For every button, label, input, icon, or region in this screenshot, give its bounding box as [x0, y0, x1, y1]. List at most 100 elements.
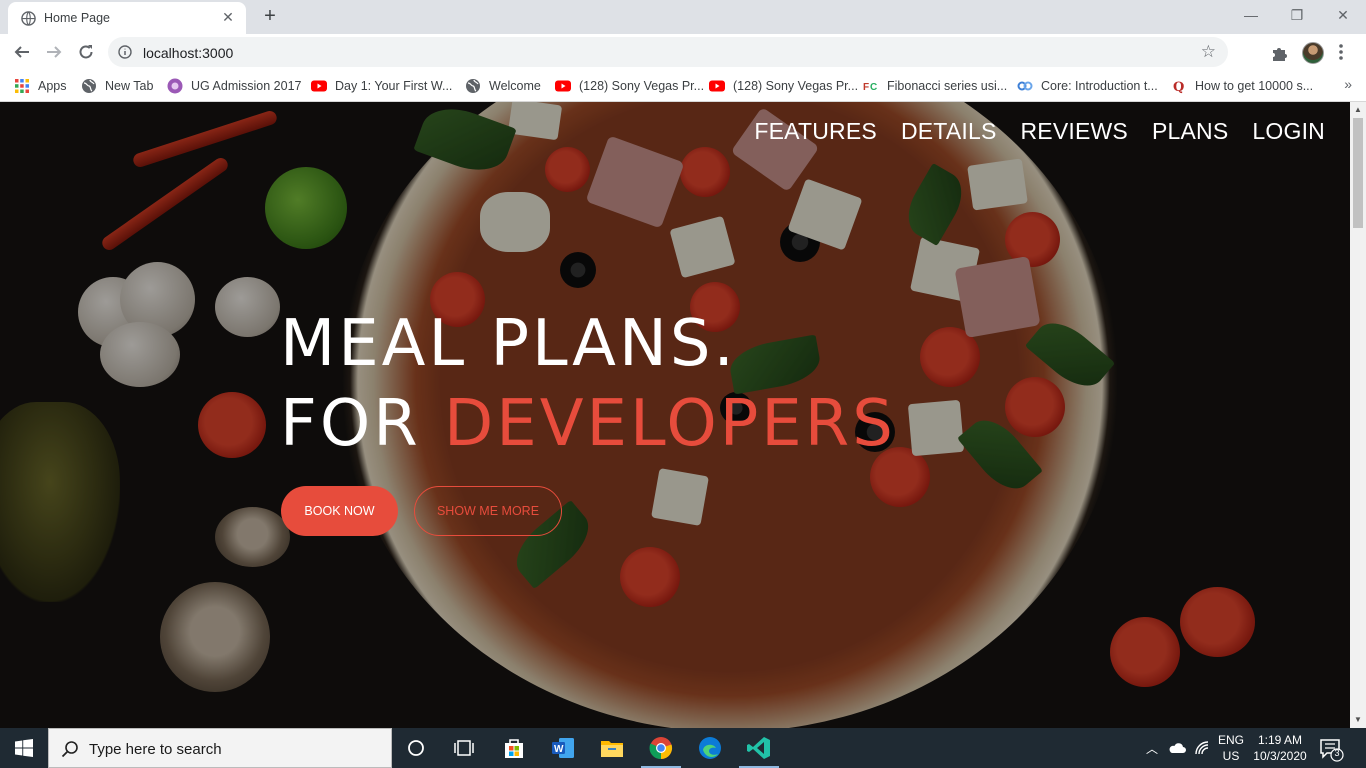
- show-me-more-button[interactable]: SHOW ME MORE: [414, 486, 562, 536]
- reload-icon: [79, 45, 93, 59]
- address-bar[interactable]: localhost:3000 ☆: [108, 37, 1228, 67]
- bookmark-label: New Tab: [105, 79, 154, 93]
- minimize-button[interactable]: —: [1228, 0, 1274, 30]
- browser-tab[interactable]: Home Page ✕: [8, 2, 246, 34]
- bookmarks-overflow-button[interactable]: »: [1344, 76, 1352, 92]
- hero-title: MEAL PLANS. FOR DEVELOPERS: [280, 304, 896, 464]
- top-navigation: FEATURES DETAILS REVIEWS PLANS LOGIN: [730, 118, 1325, 145]
- word-icon: W: [552, 738, 574, 758]
- page-viewport: FEATURES DETAILS REVIEWS PLANS LOGIN MEA…: [0, 102, 1350, 728]
- close-window-button[interactable]: ✕: [1320, 0, 1366, 30]
- tray-overflow-icon[interactable]: ︿: [1146, 728, 1158, 768]
- svg-text:F: F: [863, 82, 869, 93]
- menu-dots-icon[interactable]: [1337, 42, 1345, 62]
- svg-text:C: C: [870, 82, 877, 93]
- bookmark-apps[interactable]: Apps: [14, 76, 67, 96]
- profile-avatar[interactable]: [1302, 42, 1324, 64]
- youtube-icon: [555, 80, 571, 92]
- bookmark-new-tab[interactable]: New Tab: [81, 76, 153, 96]
- task-view-button[interactable]: [440, 728, 488, 768]
- bookmark-label: Apps: [38, 79, 67, 93]
- book-now-button[interactable]: BOOK NOW: [281, 486, 398, 536]
- bookmarks-bar: Apps New Tab UG Admission 2017 Day 1: Yo…: [0, 70, 1366, 102]
- bookmark-core[interactable]: Core: Introduction t...: [1017, 76, 1158, 96]
- bookmark-label: How to get 10000 s...: [1195, 79, 1314, 93]
- word-button[interactable]: W: [539, 728, 587, 768]
- svg-text:W: W: [554, 744, 564, 755]
- folder-icon: [601, 741, 623, 757]
- nav-reviews[interactable]: REVIEWS: [1021, 118, 1128, 145]
- search-icon: [61, 741, 78, 758]
- bookmark-sony-vegas-1[interactable]: (128) Sony Vegas Pr...: [555, 76, 704, 96]
- clock-date: 10/3/2020: [1253, 749, 1307, 763]
- bookmark-fibonacci[interactable]: FC Fibonacci series usi...: [863, 76, 1007, 96]
- bookmark-ug-admission[interactable]: UG Admission 2017: [167, 76, 301, 96]
- reload-button[interactable]: [72, 38, 100, 66]
- cortana-circle-icon: [408, 740, 424, 756]
- arrow-left-icon: [14, 46, 29, 58]
- close-icon[interactable]: ✕: [220, 9, 236, 25]
- file-explorer-button[interactable]: [588, 728, 636, 768]
- cortana-button[interactable]: [392, 728, 440, 768]
- restore-button[interactable]: ❐: [1274, 0, 1320, 30]
- nav-plans[interactable]: PLANS: [1152, 118, 1228, 145]
- nav-features[interactable]: FEATURES: [754, 118, 877, 145]
- search-placeholder: Type here to search: [89, 741, 222, 758]
- bookmark-day1[interactable]: Day 1: Your First W...: [311, 76, 452, 96]
- wifi-icon[interactable]: [1194, 740, 1210, 756]
- nav-login[interactable]: LOGIN: [1252, 118, 1325, 145]
- vscode-button[interactable]: [735, 728, 783, 768]
- arrow-right-icon: [47, 46, 62, 58]
- edge-icon: [699, 737, 721, 759]
- bookmark-label: Welcome: [489, 79, 541, 93]
- chrome-icon: [649, 737, 673, 760]
- task-view-icon: [454, 740, 474, 756]
- bookmark-label: (128) Sony Vegas Pr...: [579, 79, 705, 93]
- windows-taskbar: Type here to search W ︿ ENG US 1:19 AM 1…: [0, 728, 1366, 768]
- action-center-button[interactable]: 3: [1318, 736, 1344, 762]
- bookmark-label: UG Admission 2017: [191, 79, 302, 93]
- globe-icon: [466, 79, 480, 93]
- new-tab-button[interactable]: +: [258, 5, 282, 29]
- svg-text:Q: Q: [1173, 80, 1184, 94]
- edge-button[interactable]: [686, 728, 734, 768]
- globe-icon: [21, 11, 36, 26]
- forward-button[interactable]: [40, 38, 68, 66]
- scroll-down-arrow[interactable]: ▼: [1350, 712, 1366, 728]
- bookmark-welcome[interactable]: Welcome: [465, 76, 541, 96]
- nav-details[interactable]: DETAILS: [901, 118, 997, 145]
- hero-title-line2-prefix: FOR: [280, 387, 444, 461]
- back-button[interactable]: [8, 38, 36, 66]
- system-clock[interactable]: 1:19 AM 10/3/2020: [1240, 732, 1320, 764]
- site-icon: [167, 78, 183, 94]
- hero-title-line1: MEAL PLANS.: [280, 307, 737, 381]
- link-icon: [1017, 81, 1033, 91]
- onedrive-cloud-icon[interactable]: [1168, 740, 1186, 756]
- clock-time: 1:19 AM: [1257, 733, 1303, 747]
- apps-grid-icon: [15, 79, 29, 93]
- info-icon[interactable]: [118, 45, 132, 59]
- url-text[interactable]: localhost:3000: [143, 45, 233, 61]
- tab-strip: Home Page ✕ + — ❐ ✕: [0, 0, 1366, 34]
- windows-logo-icon: [15, 739, 33, 757]
- bookmark-quora[interactable]: Q How to get 10000 s...: [1171, 76, 1313, 96]
- store-button[interactable]: [490, 728, 538, 768]
- browser-toolbar: localhost:3000 ☆: [0, 34, 1366, 70]
- page-scrollbar[interactable]: ▲ ▼: [1350, 102, 1366, 728]
- bookmark-label: (128) Sony Vegas Pr...: [733, 79, 859, 93]
- bookmark-label: Fibonacci series usi...: [887, 79, 1008, 93]
- bookmark-sony-vegas-2[interactable]: (128) Sony Vegas Pr...: [709, 76, 858, 96]
- vscode-icon: [747, 737, 770, 759]
- extensions-puzzle-icon[interactable]: [1270, 44, 1288, 62]
- quora-icon: Q: [1173, 80, 1184, 94]
- bookmark-star-icon[interactable]: ☆: [1201, 43, 1216, 61]
- start-button[interactable]: [0, 728, 48, 768]
- youtube-icon: [709, 80, 725, 92]
- chrome-button[interactable]: [637, 728, 685, 768]
- bookmark-label: Day 1: Your First W...: [335, 79, 453, 93]
- taskbar-search[interactable]: Type here to search: [48, 728, 392, 768]
- scroll-up-arrow[interactable]: ▲: [1350, 102, 1366, 118]
- scroll-thumb[interactable]: [1353, 118, 1363, 228]
- youtube-icon: [311, 80, 327, 92]
- fc-icon: FC: [863, 82, 877, 93]
